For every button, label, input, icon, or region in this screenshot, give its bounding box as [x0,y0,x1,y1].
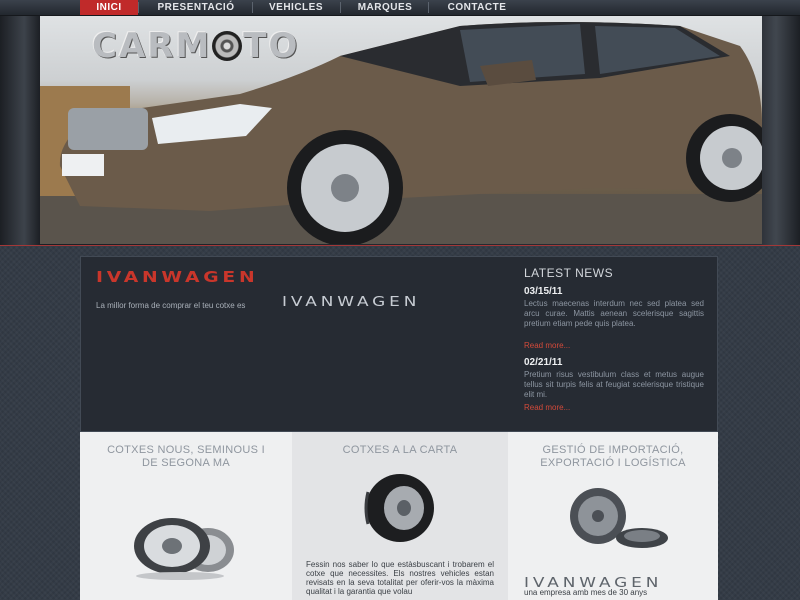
column-title: GESTIÓ DE IMPORTACIÓ, EXPORTACIÓ I LOGÍS… [540,444,686,469]
nav-item-presentacio[interactable]: PRESENTACIÓ [145,0,247,15]
brand-title: IVANWAGEN [96,268,259,286]
wheel-rims-icon [134,518,234,580]
news-heading: LATEST NEWS [524,266,614,280]
nav-divider [428,2,429,13]
column-title: COTXES A LA CARTA [342,444,458,456]
nav-divider [340,2,341,13]
top-nav: INICI PRESENTACIÓ VEHICLES MARQUES CONTA… [0,0,800,16]
news-date: 03/15/11 [524,286,563,297]
nav-item-marques[interactable]: MARQUES [346,0,424,15]
intro-text: La millor forma de comprar el teu cotxe … [96,301,246,310]
column-used-cars: COTXES NOUS, SEMINOUS I DE SEGONA MA [80,432,292,600]
column-import-export: GESTIÓ DE IMPORTACIÓ, EXPORTACIÓ I LOGÍS… [508,432,718,600]
intro-brand-logo: IVANWAGEN [282,295,421,310]
read-more-link[interactable]: Read more... [524,341,570,350]
news-text: Lectus maecenas interdum nec sed platea … [524,299,704,328]
news-date: 02/21/11 [524,357,563,368]
gears-icon [570,488,668,548]
tire-icon [364,474,434,542]
column-title: COTXES NOUS, SEMINOUS I DE SEGONA MA [107,444,265,469]
nav-item-vehicles[interactable]: VEHICLES [258,0,334,15]
carmoto-logo[interactable]: CARM TO [92,26,299,66]
news-text: Pretium risus vestibulum class et metus … [524,370,704,399]
hero-banner: CARM TO [40,16,762,244]
column-custom-cars: COTXES A LA CARTA Fessin nos saber lo qu… [292,432,508,600]
nav-item-inici[interactable]: INICI [80,0,138,15]
column-text: Fessin nos saber lo que estàsbuscant i t… [306,560,494,596]
column-text: una empresa amb mes de 30 anys [524,588,648,597]
nav-divider [252,2,253,13]
wheel-logo-icon [212,31,243,61]
read-more-link[interactable]: Read more... [524,403,570,412]
nav-item-contacte[interactable]: CONTACTE [434,0,520,15]
nav-divider [138,2,139,13]
